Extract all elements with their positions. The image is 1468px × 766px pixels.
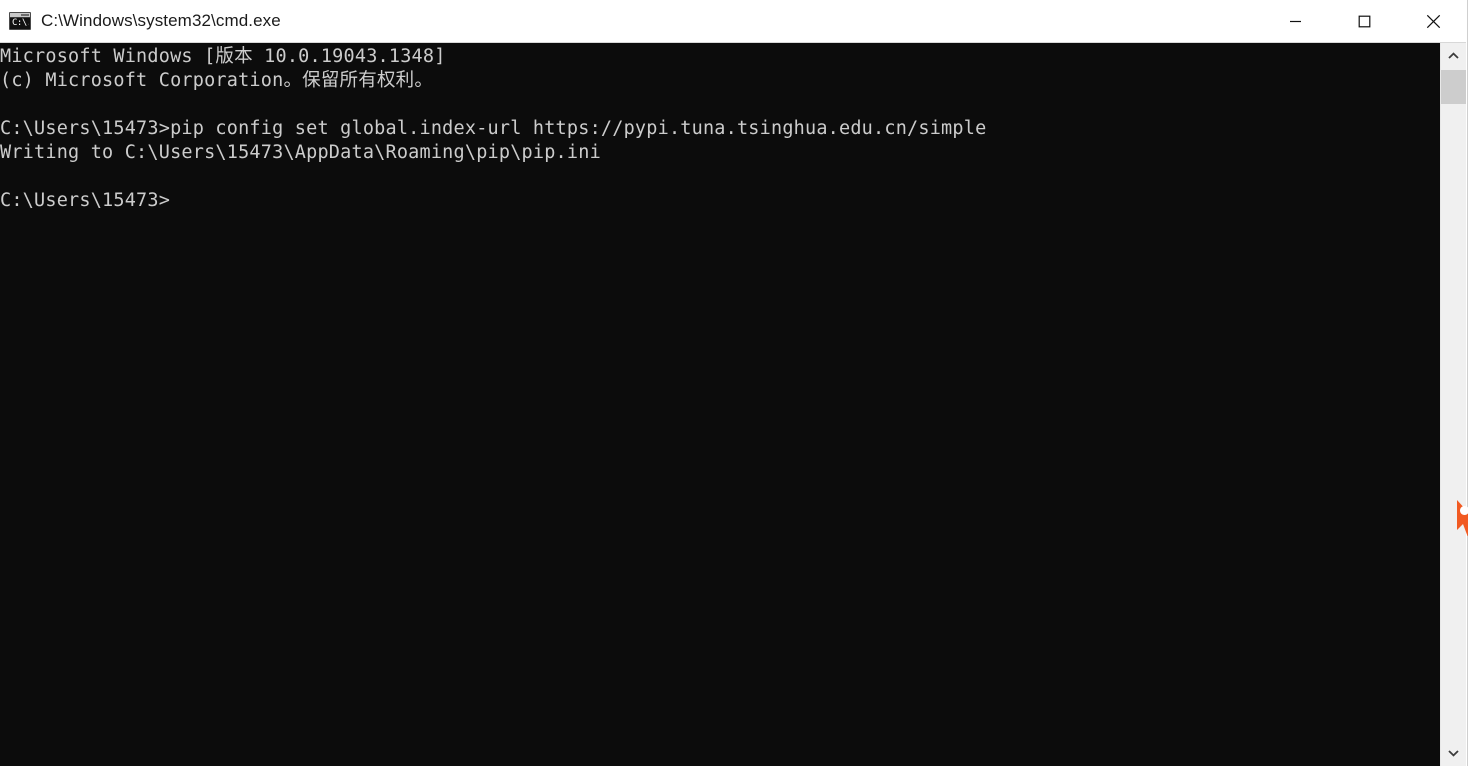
cmd-icon-glyph: C:\.	[12, 18, 29, 28]
console-line: C:\Users\15473>pip config set global.ind…	[0, 118, 987, 139]
window-title: C:\Windows\system32\cmd.exe	[41, 11, 281, 30]
close-icon	[1426, 14, 1441, 28]
console-line: Microsoft Windows [版本 10.0.19043.1348]	[0, 46, 446, 67]
console-output-area[interactable]: Microsoft Windows [版本 10.0.19043.1348] (c…	[0, 43, 1440, 766]
console-line-blank	[0, 165, 986, 189]
close-button[interactable]	[1399, 0, 1468, 42]
titlebar[interactable]: C:\. C:\Windows\system32\cmd.exe	[0, 0, 1468, 43]
minimize-icon	[1290, 20, 1301, 22]
caption-button-group	[1261, 0, 1468, 42]
console-line-blank	[0, 93, 986, 117]
chevron-up-icon	[1448, 52, 1459, 59]
vertical-scrollbar[interactable]	[1440, 43, 1466, 766]
maximize-button[interactable]	[1330, 0, 1399, 42]
scroll-thumb[interactable]	[1441, 70, 1466, 104]
scroll-up-arrow[interactable]	[1441, 43, 1466, 69]
scroll-down-arrow[interactable]	[1441, 740, 1466, 766]
console-line: Writing to C:\Users\15473\AppData\Roamin…	[0, 142, 601, 163]
console-prompt-line: C:\Users\15473>	[0, 190, 171, 211]
cmd-icon[interactable]: C:\.	[9, 12, 31, 30]
chevron-down-icon	[1448, 750, 1459, 757]
maximize-icon	[1358, 15, 1371, 27]
console-line: (c) Microsoft Corporation。保留所有权利。	[0, 70, 434, 91]
console-text: Microsoft Windows [版本 10.0.19043.1348] (c…	[0, 45, 986, 213]
minimize-button[interactable]	[1261, 0, 1330, 42]
cmd-window: C:\. C:\Windows\system32\cmd.exe	[0, 0, 1468, 766]
